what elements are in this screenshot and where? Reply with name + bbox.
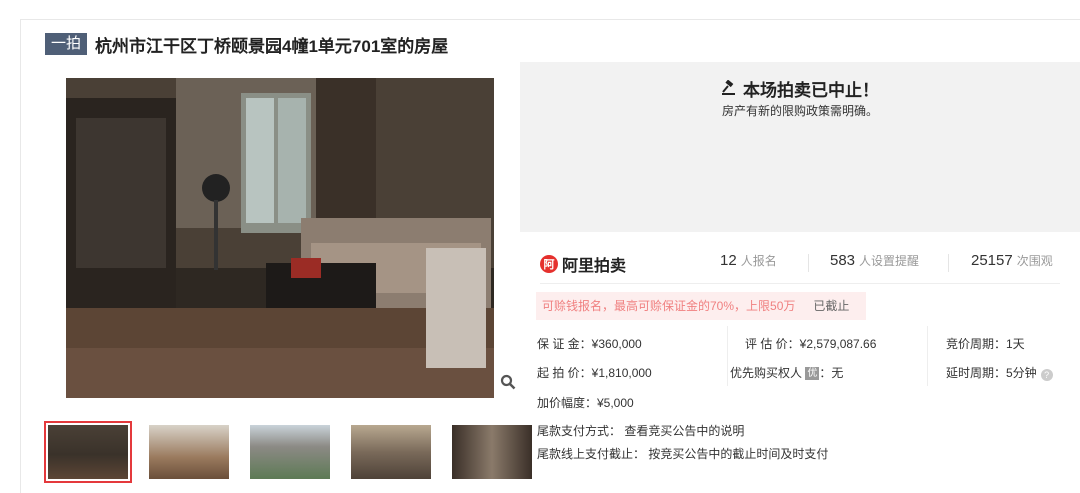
main-photo xyxy=(66,78,494,398)
view-number: 25157 xyxy=(971,252,1013,269)
round-badge: 一拍 xyxy=(45,33,88,55)
signup-number: 12 xyxy=(720,252,737,269)
platform-name: 阿里拍卖 xyxy=(562,258,627,275)
status-reason: 房产有新的限购政策需明确。 xyxy=(721,104,878,118)
credit-notice: 可赊钱报名，最高可赊保证金的70%，上限50万 已截止 xyxy=(536,292,866,320)
platform-logo[interactable]: 阿 阿里拍卖 xyxy=(540,252,626,276)
bidding-cycle: 竞价周期：1天 xyxy=(946,337,1025,351)
priority-buyer-value: ：无 xyxy=(819,366,844,380)
main-photo-viewer[interactable] xyxy=(44,78,520,398)
gavel-icon xyxy=(721,79,737,101)
stats-row: 阿 阿里拍卖 12 人报名 583 人设置提醒 25157 次围观 xyxy=(540,248,1060,278)
priority-badge: 优 xyxy=(805,367,820,380)
priority-buyer: 优先购买权人 优：无 xyxy=(730,364,843,381)
bid-increment: 加价幅度：¥5,000 xyxy=(537,396,634,410)
thumbnail[interactable] xyxy=(448,421,536,483)
divider xyxy=(20,19,1080,20)
thumbnail[interactable] xyxy=(44,421,132,483)
reminder-number: 583 xyxy=(830,252,856,269)
divider xyxy=(540,283,1060,284)
extension-cycle: 延时周期：5分钟? xyxy=(946,364,1053,381)
status-panel: 本场拍卖已中止！ 房产有新的限购政策需明确。 xyxy=(520,62,1080,232)
appraisal-price: 评 估 价：¥2,579,087.66 xyxy=(745,337,877,351)
reminder-label: 人设置提醒 xyxy=(859,254,920,268)
view-count: 25157 次围观 xyxy=(971,252,1053,269)
divider xyxy=(20,19,21,493)
question-icon[interactable]: ? xyxy=(1040,369,1053,381)
priority-buyer-label: 优先购买权人 xyxy=(730,366,803,380)
lot-header: 一拍 杭州市江干区丁桥颐景园4幢1单元701室的房屋 xyxy=(45,32,448,56)
thumbnail[interactable] xyxy=(246,421,334,483)
reminder-count: 583 人设置提醒 xyxy=(830,252,919,269)
deposit: 保 证 金：¥360,000 xyxy=(537,337,642,351)
status-headline: 本场拍卖已中止！ xyxy=(520,76,1080,101)
starting-price: 起 拍 价：¥1,810,000 xyxy=(537,366,652,380)
divider xyxy=(727,326,728,386)
thumbnail-strip xyxy=(44,421,549,483)
divider xyxy=(927,326,928,386)
signup-count: 12 人报名 xyxy=(720,252,777,269)
thumbnail[interactable] xyxy=(145,421,233,483)
extension-cycle-text: 延时周期：5分钟 xyxy=(946,366,1037,380)
auction-detail: 一拍 杭州市江干区丁桥颐景园4幢1单元701室的房屋 本场拍卖已中止！ 房产有新… xyxy=(0,0,1080,493)
divider xyxy=(948,254,949,272)
lot-title: 杭州市江干区丁桥颐景园4幢1单元701室的房屋 xyxy=(95,36,449,56)
signup-label: 人报名 xyxy=(740,254,777,268)
magnifier-icon[interactable] xyxy=(500,374,520,398)
platform-logo-icon: 阿 xyxy=(540,255,558,273)
payment-method: 尾款支付方式： 查看竞买公告中的说明 xyxy=(537,424,745,438)
status-headline-text: 本场拍卖已中止！ xyxy=(743,81,879,100)
divider xyxy=(808,254,809,272)
view-label: 次围观 xyxy=(1016,254,1053,268)
credit-notice-status: 已截止 xyxy=(813,299,850,313)
thumbnail[interactable] xyxy=(347,421,435,483)
payment-deadline: 尾款线上支付截止： 按竞买公告中的截止时间及时支付 xyxy=(537,447,829,461)
credit-notice-text: 可赊钱报名，最高可赊保证金的70%，上限50万 xyxy=(542,299,796,313)
